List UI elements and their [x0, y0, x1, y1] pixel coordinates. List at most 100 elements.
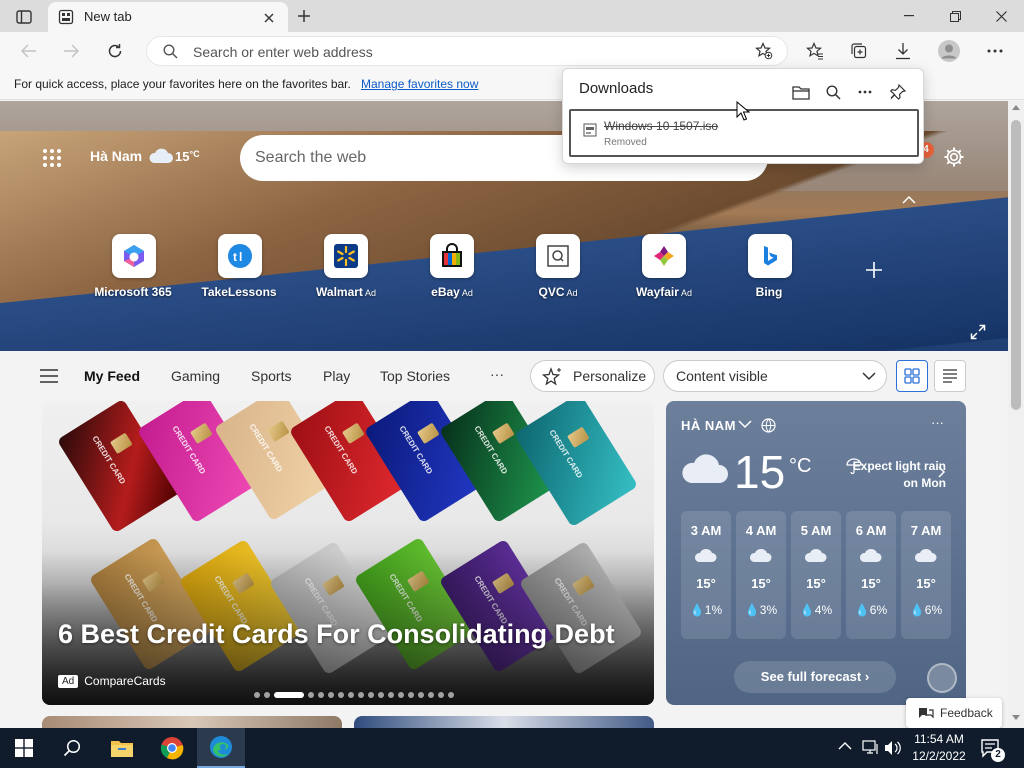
weather-avatar[interactable]	[927, 663, 957, 693]
scroll-up-arrow-icon	[1012, 105, 1020, 110]
refresh-button[interactable]	[100, 36, 130, 66]
volume-icon[interactable]	[884, 740, 902, 756]
new-tab-page-icon	[58, 9, 74, 25]
chrome-taskbar-icon[interactable]	[148, 728, 196, 768]
weather-card[interactable]: HÀ NAM ··· 15 °C Expect light rain on Mo…	[666, 401, 966, 705]
carousel-dot[interactable]	[388, 692, 394, 698]
profile-avatar[interactable]	[934, 36, 964, 66]
page-settings-icon[interactable]	[943, 146, 965, 168]
grid-view-button[interactable]	[896, 360, 928, 392]
article-card-preview[interactable]	[42, 716, 342, 728]
back-button[interactable]	[14, 36, 44, 66]
pin-icon[interactable]	[883, 77, 913, 107]
downloads-more-options-icon[interactable]	[850, 77, 880, 107]
carousel-dot[interactable]	[368, 692, 374, 698]
app-launcher-icon[interactable]	[42, 148, 62, 168]
more-tabs-button[interactable]: ···	[490, 366, 504, 382]
system-clock[interactable]: 11:54 AM 12/2/2022	[904, 731, 974, 765]
chevron-up-icon[interactable]	[902, 195, 916, 204]
chevron-right-icon[interactable]	[938, 466, 946, 478]
carousel-dot[interactable]	[308, 692, 314, 698]
tab-play[interactable]: Play	[323, 368, 350, 384]
carousel-dot[interactable]	[438, 692, 444, 698]
close-window-button[interactable]	[978, 0, 1024, 32]
edge-taskbar-icon[interactable]	[197, 728, 245, 768]
article-title[interactable]: 6 Best Credit Cards For Consolidating De…	[58, 619, 615, 650]
close-tab-icon[interactable]	[258, 8, 280, 28]
weather-location[interactable]: HÀ NAM	[681, 418, 736, 433]
carousel-dot[interactable]	[448, 692, 454, 698]
hourly-item[interactable]: 4 AM 15° 💧3%	[736, 511, 786, 639]
taskbar-search-button[interactable]	[48, 728, 96, 768]
settings-more-button[interactable]	[980, 36, 1010, 66]
expand-icon[interactable]	[970, 324, 986, 340]
article-card-preview[interactable]	[354, 716, 654, 728]
quick-link-ebay[interactable]: eBay Ad	[407, 234, 497, 299]
carousel-dot[interactable]	[328, 692, 334, 698]
tab-sports[interactable]: Sports	[251, 368, 291, 384]
tab-gaming[interactable]: Gaming	[171, 368, 220, 384]
carousel-dot[interactable]	[274, 692, 304, 698]
carousel-dot[interactable]	[348, 692, 354, 698]
carousel-dot[interactable]	[358, 692, 364, 698]
carousel-dot[interactable]	[408, 692, 414, 698]
open-downloads-folder-icon[interactable]	[786, 77, 816, 107]
tab-top-stories[interactable]: Top Stories	[380, 368, 450, 384]
forward-button[interactable]	[56, 36, 86, 66]
carousel-dot[interactable]	[264, 692, 270, 698]
carousel-dot[interactable]	[338, 692, 344, 698]
content-visibility-select[interactable]: Content visible	[663, 360, 887, 392]
hourly-item[interactable]: 6 AM 15° 💧6%	[846, 511, 896, 639]
list-view-button[interactable]	[934, 360, 966, 392]
quick-link-bing[interactable]: Bing	[725, 234, 815, 299]
carousel-dot[interactable]	[378, 692, 384, 698]
hero-temperature[interactable]: 15°C	[175, 149, 200, 164]
weather-forecast-summary[interactable]: Expect light rain on Mon	[846, 458, 946, 492]
show-hidden-icons-chevron-icon[interactable]	[838, 741, 852, 750]
file-explorer-taskbar-icon[interactable]	[98, 728, 146, 768]
hourly-item[interactable]: 5 AM 15° 💧4%	[791, 511, 841, 639]
hourly-item[interactable]: 7 AM 15° 💧6%	[901, 511, 951, 639]
chevron-down-icon[interactable]	[738, 420, 752, 429]
search-downloads-icon[interactable]	[818, 77, 848, 107]
quick-link-walmart[interactable]: Walmart Ad	[301, 234, 391, 299]
weather-more-button[interactable]: ···	[931, 415, 944, 430]
personalize-button[interactable]: Personalize	[530, 360, 655, 392]
featured-article-card[interactable]: CREDIT CARD CREDIT CARD CREDIT CARD CRED…	[42, 401, 654, 705]
see-full-forecast-button[interactable]: See full forecast ›	[734, 661, 896, 693]
download-file-name[interactable]: Windows 10 1507.iso	[604, 119, 718, 133]
carousel-indicator[interactable]	[254, 692, 454, 698]
start-button[interactable]	[0, 728, 48, 768]
globe-icon[interactable]	[761, 418, 776, 433]
hourly-item[interactable]: 3 AM 15° 💧1%	[681, 511, 731, 639]
address-bar[interactable]: Search or enter web address	[146, 36, 788, 66]
collections-button[interactable]	[844, 36, 874, 66]
tab-new-tab[interactable]: New tab	[48, 2, 288, 32]
restore-button[interactable]	[932, 0, 978, 32]
minimize-button[interactable]	[886, 0, 932, 32]
hamburger-menu-icon[interactable]	[40, 369, 58, 383]
downloads-button[interactable]	[888, 36, 918, 66]
card-chip-icon	[416, 422, 440, 445]
quick-link-microsoft-365[interactable]: Microsoft 365	[89, 234, 179, 299]
favorites-button[interactable]	[800, 36, 830, 66]
feedback-button[interactable]: Feedback	[906, 698, 1002, 728]
carousel-dot[interactable]	[418, 692, 424, 698]
carousel-dot[interactable]	[318, 692, 324, 698]
tab-my-feed[interactable]: My Feed	[84, 368, 140, 384]
add-site-plus-icon[interactable]	[862, 258, 886, 282]
scrollbar-thumb[interactable]	[1011, 120, 1021, 410]
manage-favorites-link[interactable]: Manage favorites now	[361, 77, 478, 91]
article-source[interactable]: Ad CompareCards	[58, 674, 166, 688]
tab-actions-icon[interactable]	[10, 6, 38, 28]
quick-link-qvc[interactable]: QVC Ad	[513, 234, 603, 299]
carousel-dot[interactable]	[428, 692, 434, 698]
new-tab-button[interactable]	[292, 5, 316, 27]
add-favorite-icon[interactable]	[755, 42, 773, 60]
network-icon[interactable]	[862, 740, 880, 756]
carousel-dot[interactable]	[398, 692, 404, 698]
hero-location[interactable]: Hà Nam	[90, 148, 142, 164]
quick-link-wayfair[interactable]: Wayfair Ad	[619, 234, 709, 299]
carousel-dot[interactable]	[254, 692, 260, 698]
quick-link-takelessons[interactable]: tl TakeLessons	[195, 234, 285, 299]
